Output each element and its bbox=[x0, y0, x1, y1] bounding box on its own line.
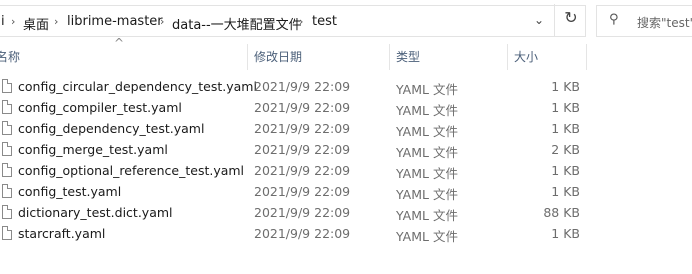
file-name: starcraft.yaml bbox=[18, 226, 106, 241]
table-row[interactable]: config_merge_test.yaml 2021/9/9 22:09 YA… bbox=[0, 140, 692, 161]
breadcrumb-data-folder[interactable]: data--一大堆配置文件 bbox=[172, 14, 302, 33]
file-size: 88 KB bbox=[543, 205, 580, 220]
column-divider[interactable] bbox=[247, 44, 248, 70]
file-type: YAML 文件 bbox=[396, 187, 458, 202]
chevron-right-icon[interactable]: › bbox=[160, 15, 164, 28]
file-size: 1 KB bbox=[551, 163, 580, 178]
file-icon bbox=[2, 79, 12, 93]
file-name: config_circular_dependency_test.yaml bbox=[18, 79, 257, 94]
chevron-right-icon[interactable]: › bbox=[54, 15, 58, 28]
table-row[interactable]: config_circular_dependency_test.yaml 202… bbox=[0, 77, 692, 98]
table-row[interactable]: config_dependency_test.yaml 2021/9/9 22:… bbox=[0, 119, 692, 140]
file-type: YAML 文件 bbox=[396, 229, 458, 244]
column-header-date[interactable]: 修改日期 bbox=[254, 44, 302, 70]
file-icon bbox=[2, 121, 12, 135]
table-row[interactable]: config_test.yaml 2021/9/9 22:09 YAML 文件 … bbox=[0, 182, 692, 203]
file-icon bbox=[2, 226, 12, 240]
file-type: YAML 文件 bbox=[396, 208, 458, 223]
file-size: 1 KB bbox=[551, 184, 580, 199]
file-icon bbox=[2, 205, 12, 219]
file-date: 2021/9/9 22:09 bbox=[254, 205, 351, 220]
file-date: 2021/9/9 22:09 bbox=[254, 184, 351, 199]
file-size: 2 KB bbox=[551, 142, 580, 157]
column-divider[interactable] bbox=[586, 44, 587, 70]
chevron-down-icon[interactable]: ⌄ bbox=[534, 13, 544, 27]
column-divider[interactable] bbox=[507, 44, 508, 70]
refresh-button[interactable]: ↻ bbox=[554, 4, 587, 36]
file-name: config_test.yaml bbox=[18, 184, 122, 199]
column-header-size[interactable]: 大小 bbox=[514, 44, 538, 70]
file-icon bbox=[2, 100, 12, 114]
column-divider[interactable] bbox=[389, 44, 390, 70]
file-date: 2021/9/9 22:09 bbox=[254, 121, 351, 136]
chevron-right-icon[interactable]: › bbox=[11, 15, 15, 28]
file-date: 2021/9/9 22:09 bbox=[254, 79, 351, 94]
breadcrumb-librime-master[interactable]: librime-master bbox=[67, 14, 163, 29]
breadcrumb-lead: i bbox=[1, 14, 5, 29]
breadcrumb-test[interactable]: test bbox=[312, 14, 337, 29]
explorer-toolbar: i › 桌面 › librime-master › data--一大堆配置文件 … bbox=[0, 0, 692, 44]
table-row[interactable]: dictionary_test.dict.yaml 2021/9/9 22:09… bbox=[0, 203, 692, 224]
file-size: 1 KB bbox=[551, 100, 580, 115]
file-name: config_optional_reference_test.yaml bbox=[18, 163, 245, 178]
file-type: YAML 文件 bbox=[396, 124, 458, 139]
address-bar[interactable]: i › 桌面 › librime-master › data--一大堆配置文件 … bbox=[0, 5, 586, 37]
search-box[interactable]: ⚲ 搜索"test" bbox=[596, 5, 692, 37]
file-date: 2021/9/9 22:09 bbox=[254, 100, 351, 115]
file-type: YAML 文件 bbox=[396, 82, 458, 97]
table-row[interactable]: starcraft.yaml 2021/9/9 22:09 YAML 文件 1 … bbox=[0, 224, 692, 245]
table-row[interactable]: config_optional_reference_test.yaml 2021… bbox=[0, 161, 692, 182]
file-date: 2021/9/9 22:09 bbox=[254, 163, 351, 178]
file-type: YAML 文件 bbox=[396, 103, 458, 118]
file-size: 1 KB bbox=[551, 79, 580, 94]
search-icon: ⚲ bbox=[609, 12, 619, 27]
file-name: config_merge_test.yaml bbox=[18, 142, 168, 157]
table-row[interactable]: config_compiler_test.yaml 2021/9/9 22:09… bbox=[0, 98, 692, 119]
column-header: 名称 修改日期 类型 大小 bbox=[0, 44, 692, 70]
file-icon bbox=[2, 184, 12, 198]
file-size: 1 KB bbox=[551, 121, 580, 136]
breadcrumb-desktop[interactable]: 桌面 bbox=[23, 14, 49, 33]
file-date: 2021/9/9 22:09 bbox=[254, 226, 351, 241]
file-date: 2021/9/9 22:09 bbox=[254, 142, 351, 157]
file-name: config_dependency_test.yaml bbox=[18, 121, 205, 136]
file-name: config_compiler_test.yaml bbox=[18, 100, 182, 115]
file-type: YAML 文件 bbox=[396, 145, 458, 160]
file-type: YAML 文件 bbox=[396, 166, 458, 181]
chevron-right-icon[interactable]: › bbox=[299, 15, 303, 28]
refresh-icon: ↻ bbox=[564, 8, 578, 27]
column-header-type[interactable]: 类型 bbox=[396, 44, 420, 70]
file-icon bbox=[2, 142, 12, 156]
column-header-name[interactable]: 名称 bbox=[0, 44, 20, 70]
search-placeholder: 搜索"test" bbox=[637, 16, 692, 30]
file-icon bbox=[2, 163, 12, 177]
file-name: dictionary_test.dict.yaml bbox=[18, 205, 173, 220]
file-size: 1 KB bbox=[551, 226, 580, 241]
